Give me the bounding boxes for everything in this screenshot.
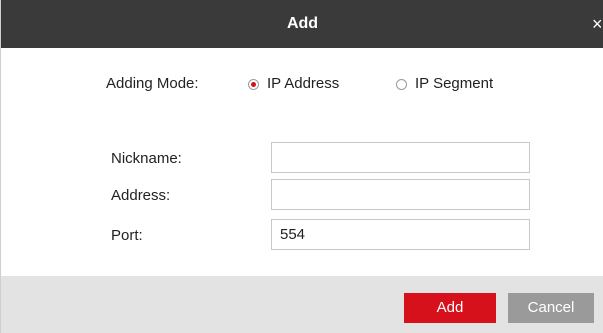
radio-ip-address[interactable]: IP Address — [248, 74, 339, 94]
nickname-label: Nickname: — [111, 150, 182, 167]
port-input[interactable] — [271, 219, 530, 250]
radio-ip-segment[interactable]: IP Segment — [396, 74, 493, 94]
add-dialog: Add × Adding Mode: IP Address IP Segment… — [0, 0, 603, 333]
radio-ip-address-label: IP Address — [267, 75, 340, 92]
radio-unchecked-icon — [396, 78, 407, 90]
dialog-titlebar: Add × — [1, 0, 603, 48]
radio-checked-icon — [248, 78, 259, 90]
nickname-input[interactable] — [271, 142, 530, 173]
radio-ip-segment-label: IP Segment — [415, 75, 494, 92]
dialog-title: Add — [286, 15, 319, 32]
address-input[interactable] — [271, 179, 530, 210]
port-label: Port: — [111, 227, 143, 244]
adding-mode-label: Adding Mode: — [106, 75, 199, 92]
cancel-button[interactable]: Cancel — [508, 293, 594, 323]
add-button[interactable]: Add — [404, 293, 496, 323]
address-label: Address: — [111, 187, 171, 204]
close-icon[interactable]: × — [592, 14, 603, 34]
